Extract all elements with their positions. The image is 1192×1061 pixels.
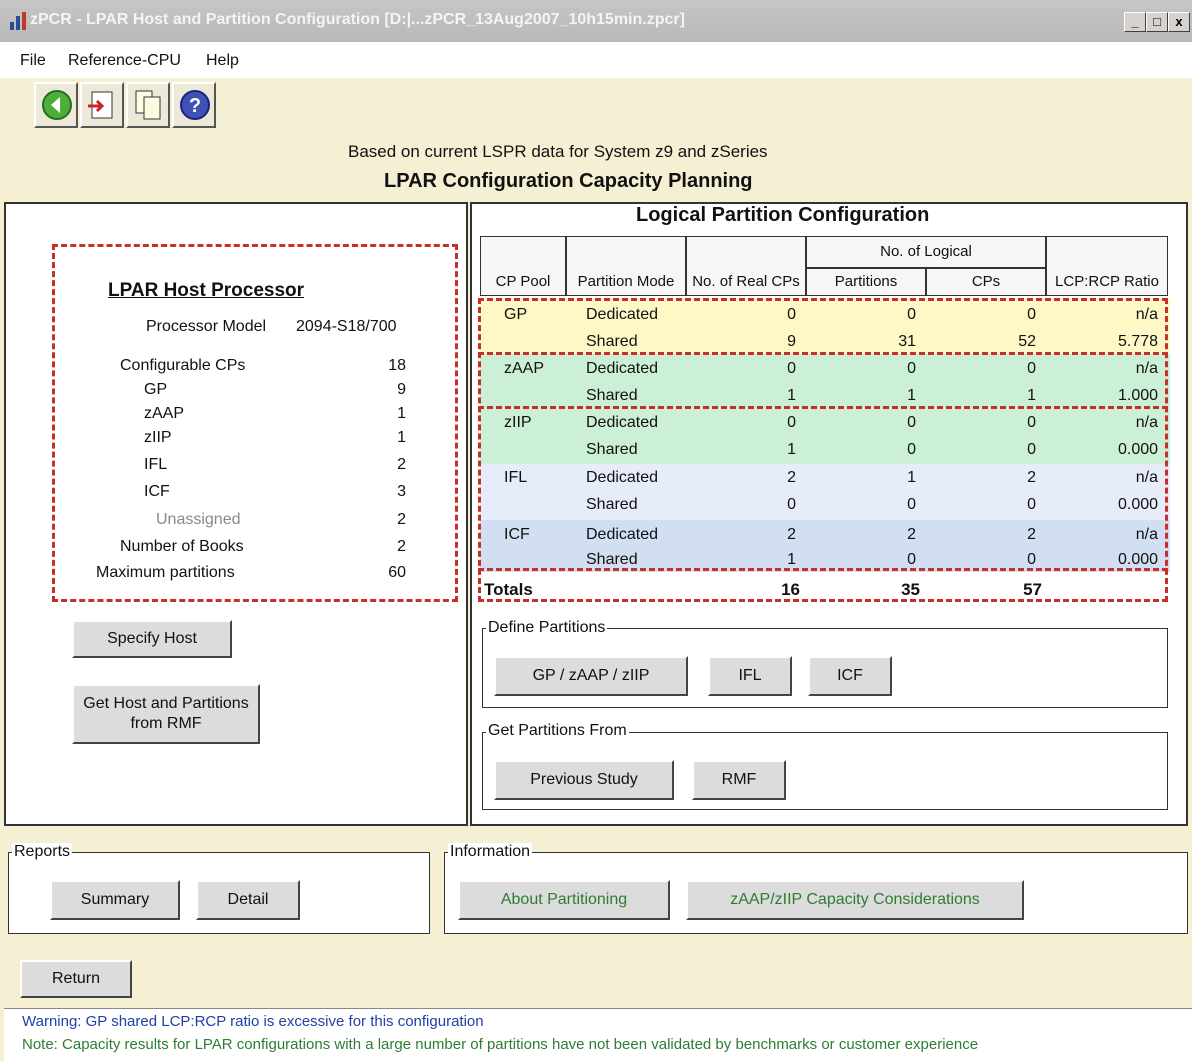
header-partitions: Partitions (806, 268, 926, 296)
ifl-label: IFL (144, 456, 168, 473)
page-title: LPAR Configuration Capacity Planning (384, 170, 753, 192)
table-highlight-divider (478, 568, 1168, 571)
host-title: LPAR Host Processor (108, 280, 305, 301)
get-host-rmf-button[interactable]: Get Host and Partitions from RMF (72, 684, 260, 744)
icf-button[interactable]: ICF (808, 656, 892, 696)
gp-label: GP (144, 381, 168, 398)
menu-reference-cpu[interactable]: Reference-CPU (68, 52, 181, 70)
copy-icon (135, 90, 161, 120)
export-button[interactable] (80, 82, 124, 128)
application-window: zPCR - LPAR Host and Partition Configura… (0, 0, 1192, 1061)
ifl-button[interactable]: IFL (708, 656, 792, 696)
minimize-button[interactable]: _ (1124, 12, 1146, 32)
table-highlight (478, 298, 1168, 602)
reports-label: Reports (12, 843, 73, 861)
title-bar[interactable]: zPCR - LPAR Host and Partition Configura… (0, 0, 1192, 42)
header-partition-mode: Partition Mode (566, 236, 686, 296)
ziip-value: 1 (397, 429, 406, 446)
configurable-cps-label: Configurable CPs (120, 357, 246, 374)
ziip-label: zIIP (144, 429, 172, 446)
help-button[interactable]: ? (172, 82, 216, 128)
previous-study-button[interactable]: Previous Study (494, 760, 674, 800)
help-icon: ? (180, 90, 210, 120)
table-highlight-divider (478, 352, 1168, 355)
maximize-button[interactable]: □ (1146, 12, 1168, 32)
menu-file[interactable]: File (20, 52, 46, 70)
number-of-books-value: 2 (397, 538, 406, 555)
partition-config-title: Logical Partition Configuration (636, 204, 930, 226)
get-partitions-label: Get Partitions From (486, 722, 629, 740)
table-highlight-divider (478, 406, 1168, 409)
number-of-books-label: Number of Books (120, 538, 244, 555)
note-message: Note: Capacity results for LPAR configur… (22, 1036, 979, 1053)
header-cp-pool: CP Pool (480, 236, 566, 296)
icf-value: 3 (397, 483, 406, 500)
icf-label: ICF (144, 483, 170, 500)
menu-help[interactable]: Help (206, 52, 239, 70)
about-partitioning-button[interactable]: About Partitioning (458, 880, 670, 920)
specify-host-button[interactable]: Specify Host (72, 620, 232, 658)
maximum-partitions-value: 60 (388, 564, 406, 581)
header-no-of-logical: No. of Logical (806, 236, 1046, 268)
configurable-cps-value: 18 (388, 357, 406, 374)
back-button[interactable] (34, 82, 78, 128)
rmf-button[interactable]: RMF (692, 760, 786, 800)
export-icon (88, 91, 113, 119)
svg-text:?: ? (189, 95, 201, 117)
warning-message: Warning: GP shared LCP:RCP ratio is exce… (22, 1013, 484, 1030)
zaap-value: 1 (397, 405, 406, 422)
app-icon (10, 12, 30, 30)
copy-button[interactable] (126, 82, 170, 128)
unassigned-value: 2 (397, 511, 406, 528)
gp-zaap-ziip-button[interactable]: GP / zAAP / zIIP (494, 656, 688, 696)
zaap-label: zAAP (144, 405, 185, 422)
return-button[interactable]: Return (20, 960, 132, 998)
capacity-considerations-button[interactable]: zAAP/zIIP Capacity Considerations (686, 880, 1024, 920)
summary-button[interactable]: Summary (50, 880, 180, 920)
processor-model-label: Processor Model (146, 318, 267, 335)
processor-model-value: 2094-S18/700 (296, 318, 397, 335)
header-real-cps: No. of Real CPs (686, 236, 806, 296)
close-button[interactable]: x (1168, 12, 1190, 32)
page-subtitle: Based on current LSPR data for System z9… (348, 142, 768, 161)
header-ratio: LCP:RCP Ratio (1046, 236, 1168, 296)
gp-value: 9 (397, 381, 406, 398)
detail-button[interactable]: Detail (196, 880, 300, 920)
maximum-partitions-label: Maximum partitions (96, 564, 235, 581)
information-label: Information (448, 843, 533, 861)
unassigned-label: Unassigned (156, 511, 241, 528)
define-partitions-label: Define Partitions (486, 619, 608, 637)
header-cps: CPs (926, 268, 1046, 296)
back-icon (42, 90, 72, 120)
window-title: zPCR - LPAR Host and Partition Configura… (30, 11, 685, 28)
ifl-value: 2 (397, 456, 406, 473)
